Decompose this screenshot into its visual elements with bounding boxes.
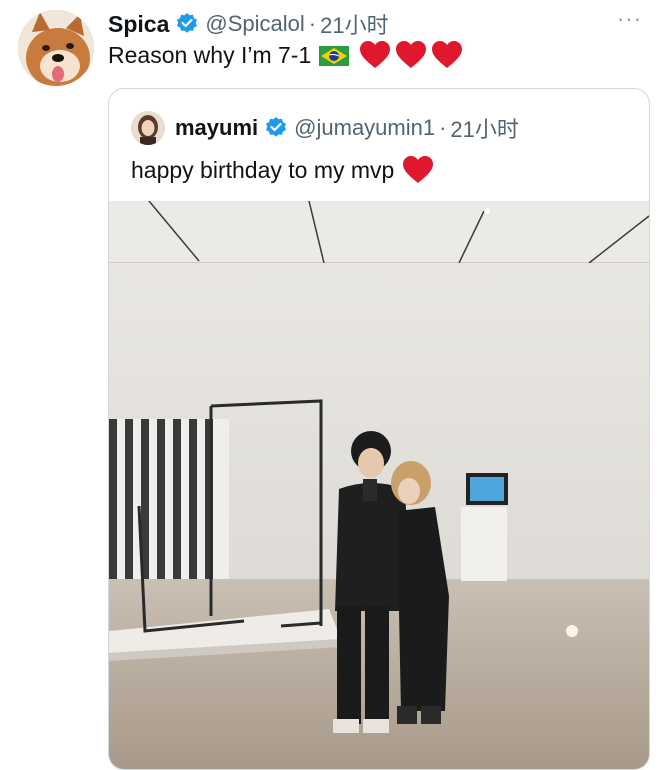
dog-avatar-image [18, 10, 94, 86]
tweet-header: Spica @Spicalol · 21小时 [108, 8, 389, 40]
author-name[interactable]: Spica [108, 11, 169, 38]
quoted-author-handle[interactable]: @jumayumin1 [294, 115, 435, 141]
more-icon[interactable]: ··· [617, 6, 642, 32]
quoted-tweet-text-content: happy birthday to my mvp [131, 156, 395, 183]
tweet-text: Reason why I’m 7-1 [108, 40, 463, 70]
quoted-tweet-text: happy birthday to my mvp [131, 155, 434, 185]
brazil-flag-icon [319, 45, 350, 66]
author-handle[interactable]: @Spicalol [205, 11, 304, 37]
quoted-tweet-photo[interactable] [109, 201, 649, 769]
red-heart-icon [402, 155, 434, 185]
separator-dot: · [308, 11, 317, 36]
separator-dot: · [439, 115, 447, 140]
quoted-tweet[interactable]: mayumi @jumayumin1 · 21小时 happy birthday… [108, 88, 650, 770]
quoted-timestamp[interactable]: 21小时 [450, 112, 518, 144]
red-heart-icon [395, 40, 427, 70]
quoted-tweet-header: mayumi @jumayumin1 · 21小时 [131, 111, 519, 145]
red-heart-icon [431, 40, 463, 70]
gallery-mirror-selfie-image [109, 201, 649, 769]
avatar-shiba-dog[interactable] [18, 10, 94, 86]
avatar[interactable] [131, 111, 165, 145]
tweet-text-content: Reason why I’m 7-1 [108, 41, 312, 68]
verified-badge-icon [175, 12, 199, 36]
quoted-author-name[interactable]: mayumi [175, 115, 258, 141]
verified-badge-icon [264, 116, 288, 140]
profile-photo-image [131, 111, 165, 145]
tweet: Spica @Spicalol · 21小时 ··· Reason why I’… [0, 0, 660, 770]
red-heart-icon [359, 40, 391, 70]
timestamp[interactable]: 21小时 [320, 8, 388, 40]
